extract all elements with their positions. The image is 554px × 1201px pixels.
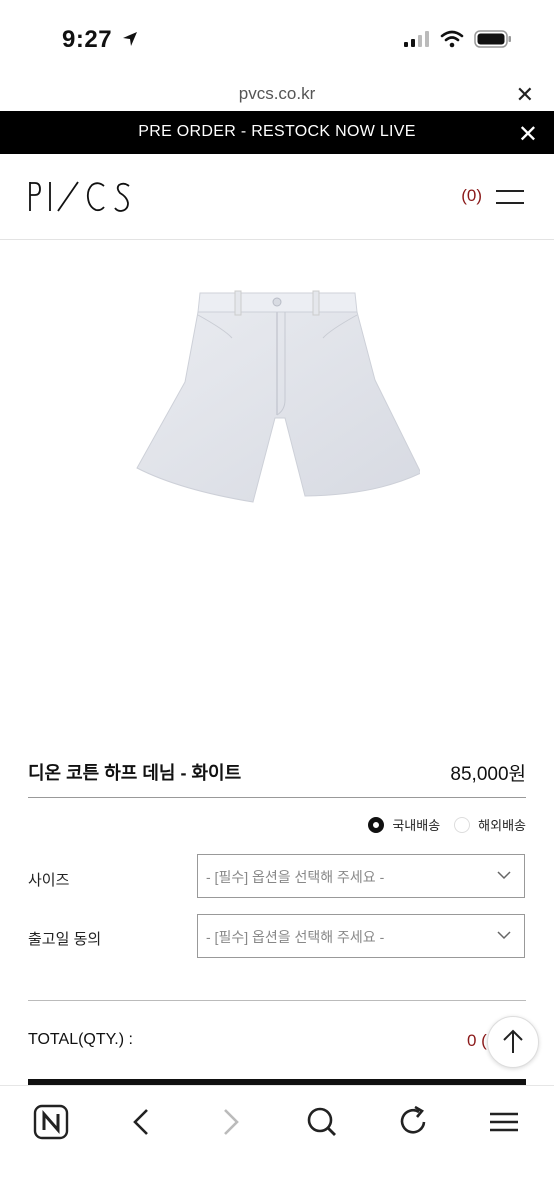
- back-icon[interactable]: [121, 1102, 161, 1142]
- overseas-shipping-radio[interactable]: [454, 816, 471, 833]
- site-header: (0): [0, 154, 554, 240]
- wifi-icon: [440, 30, 464, 48]
- close-tab-icon[interactable]: ✕: [516, 82, 534, 108]
- divider: [28, 1000, 526, 1001]
- forward-icon[interactable]: [211, 1102, 251, 1142]
- cellular-signal-icon: [404, 31, 429, 47]
- url-bar[interactable]: pvcs.co.kr: [0, 84, 554, 104]
- status-time: 9:27: [62, 26, 139, 54]
- size-select[interactable]: - [필수] 옵션을 선택해 주세요 -: [197, 854, 525, 898]
- divider: [28, 797, 526, 798]
- pvcs-logo[interactable]: [28, 180, 138, 212]
- chevron-down-icon: [497, 871, 511, 880]
- announcement-bar: PRE ORDER - RESTOCK NOW LIVE ✕: [0, 111, 554, 154]
- menu-icon[interactable]: [484, 1102, 524, 1142]
- ship-date-agree-label: 출고일 동의: [28, 931, 102, 948]
- status-icons: [404, 30, 512, 48]
- size-select-placeholder: - [필수] 옵션을 선택해 주세요 -: [206, 869, 385, 885]
- total-label: TOTAL(QTY.) :: [28, 1031, 133, 1048]
- total-value: 0 (: [467, 1031, 487, 1050]
- product-image[interactable]: [135, 290, 420, 515]
- ship-date-select-placeholder: - [필수] 옵션을 선택해 주세요 -: [206, 929, 385, 945]
- chevron-down-icon: [497, 931, 511, 940]
- cart-count[interactable]: (0): [461, 186, 482, 206]
- location-arrow-icon: [123, 32, 138, 46]
- refresh-icon[interactable]: [393, 1102, 433, 1142]
- battery-icon: [474, 30, 511, 48]
- ship-date-agree-select[interactable]: - [필수] 옵션을 선택해 주세요 -: [197, 914, 525, 958]
- domestic-shipping-radio[interactable]: [368, 816, 385, 833]
- product-name: 디온 코튼 하프 데님 - 화이트: [28, 763, 242, 783]
- browser-toolbar: [0, 1085, 554, 1201]
- size-label: 사이즈: [28, 872, 70, 889]
- menu-icon[interactable]: [496, 188, 524, 206]
- scroll-to-top-button[interactable]: [487, 1016, 539, 1068]
- arrow-up-icon: [503, 1029, 523, 1053]
- naver-icon[interactable]: [31, 1102, 71, 1142]
- overseas-shipping-label: 해외배송: [478, 818, 526, 833]
- search-icon[interactable]: [302, 1102, 342, 1142]
- shipping-options: 국내배송 해외배송: [368, 815, 526, 834]
- product-price: 85,000원: [450, 764, 526, 785]
- announcement-text: PRE ORDER - RESTOCK NOW LIVE: [138, 123, 416, 140]
- close-icon[interactable]: ✕: [518, 120, 538, 149]
- domestic-shipping-label: 국내배송: [392, 818, 441, 833]
